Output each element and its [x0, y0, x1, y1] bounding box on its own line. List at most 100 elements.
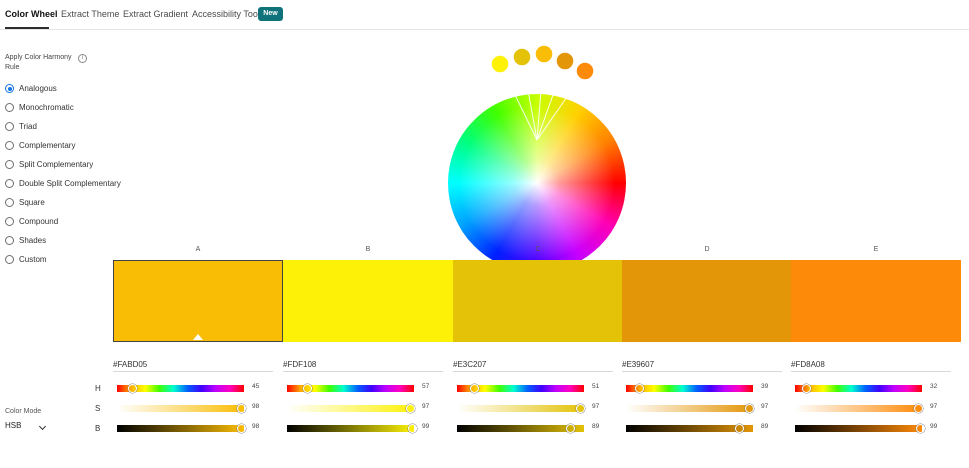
hex-input-d[interactable]: #E39607	[622, 358, 782, 372]
swatch-d[interactable]	[622, 260, 792, 342]
saturation-slider[interactable]	[457, 404, 585, 413]
slider-thumb[interactable]	[408, 424, 418, 433]
radio-button[interactable]	[5, 122, 14, 131]
saturation-slider[interactable]	[795, 404, 923, 413]
rule-square[interactable]: Square	[5, 197, 135, 209]
radio-button[interactable]	[5, 84, 14, 93]
brightness-slider[interactable]	[117, 424, 246, 433]
radio-button[interactable]	[5, 141, 14, 150]
color-mode-select[interactable]: HSB	[5, 421, 49, 435]
slider-thumb[interactable]	[128, 384, 138, 393]
rule-label: Custom	[19, 255, 47, 264]
new-badge: New	[258, 7, 283, 21]
radio-button[interactable]	[5, 160, 14, 169]
rule-double-split-complementary[interactable]: Double Split Complementary	[5, 178, 135, 190]
slider-thumb[interactable]	[575, 404, 585, 413]
color-mode-value: HSB	[5, 421, 22, 430]
slider-thumb[interactable]	[236, 424, 246, 433]
slider-thumb[interactable]	[302, 384, 312, 393]
brightness-slider[interactable]	[457, 424, 584, 433]
hue-slider[interactable]	[626, 384, 753, 393]
hex-input-a[interactable]: #FABD05	[113, 358, 273, 372]
rule-compound[interactable]: Compound	[5, 216, 135, 228]
slider-thumb[interactable]	[801, 384, 811, 393]
hue-slider[interactable]	[795, 384, 922, 393]
radio-button[interactable]	[5, 236, 14, 245]
hex-input-b[interactable]: #FDF108	[283, 358, 443, 372]
rule-complementary[interactable]: Complementary	[5, 140, 135, 152]
slider-thumb[interactable]	[405, 404, 415, 413]
rule-split-complementary[interactable]: Split Complementary	[5, 159, 135, 171]
swatch-letter: E	[873, 246, 879, 253]
slider-value: 99	[930, 423, 938, 430]
handle-line-c	[521, 56, 538, 141]
slider-value: 39	[761, 383, 769, 390]
slider-value: 98	[252, 403, 260, 410]
slider-thumb[interactable]	[236, 404, 246, 413]
radio-button[interactable]	[5, 198, 14, 207]
rule-triad[interactable]: Triad	[5, 121, 135, 133]
swatch-letter: C	[535, 246, 541, 253]
tab-extract-theme[interactable]: Extract Theme	[61, 9, 119, 19]
slider-value: 57	[422, 383, 430, 390]
brightness-slider[interactable]	[795, 424, 926, 433]
hex-input-e[interactable]: #FD8A08	[791, 358, 951, 372]
top-tab-bar: Color Wheel Extract Theme Extract Gradie…	[0, 0, 969, 30]
saturation-slider[interactable]	[287, 404, 415, 413]
rule-label: Shades	[19, 236, 47, 245]
brightness-axis-label: B	[95, 424, 101, 433]
saturation-slider[interactable]	[117, 404, 246, 413]
slider-thumb[interactable]	[744, 404, 754, 413]
slider-thumb[interactable]	[470, 384, 480, 393]
harmony-rule-heading: Apply Color Harmony Rule	[5, 54, 72, 71]
swatch-letter: D	[704, 246, 710, 253]
slider-value: 97	[422, 403, 430, 410]
handle-line-e	[536, 70, 586, 141]
color-mode-label: Color Mode	[5, 408, 42, 415]
radio-button[interactable]	[5, 179, 14, 188]
swatch-letter: B	[365, 246, 371, 253]
swatch-letter: A	[195, 246, 201, 253]
slider-thumb[interactable]	[565, 424, 575, 433]
tab-extract-gradient[interactable]: Extract Gradient	[123, 9, 188, 19]
handle-e[interactable]	[575, 61, 595, 81]
saturation-slider[interactable]	[626, 404, 754, 413]
swatch-c[interactable]	[453, 260, 623, 342]
slider-thumb[interactable]	[635, 384, 645, 393]
rule-label: Triad	[19, 122, 37, 131]
rule-label: Monochromatic	[19, 103, 74, 112]
tab-accessibility-tools[interactable]: Accessibility Tools	[192, 9, 264, 19]
radio-button[interactable]	[5, 217, 14, 226]
slider-thumb[interactable]	[916, 424, 926, 433]
slider-value: 97	[761, 403, 769, 410]
handle-d[interactable]	[555, 51, 575, 71]
chevron-down-icon	[38, 422, 47, 431]
handle-c[interactable]	[512, 47, 532, 67]
handle-a[interactable]	[534, 44, 554, 64]
hue-axis-label: H	[95, 384, 101, 393]
brightness-slider[interactable]	[626, 424, 753, 433]
radio-button[interactable]	[5, 255, 14, 264]
hex-input-c[interactable]: #E3C207	[453, 358, 613, 372]
hue-slider[interactable]	[117, 384, 244, 393]
hue-slider[interactable]	[287, 384, 414, 393]
handle-b[interactable]	[490, 54, 510, 74]
slider-value: 89	[592, 423, 600, 430]
rule-analogous[interactable]: Analogous	[5, 83, 135, 95]
swatch-a[interactable]	[113, 260, 283, 342]
handle-line-a	[536, 53, 545, 141]
swatch-b[interactable]	[283, 260, 453, 342]
slider-value: 98	[252, 423, 260, 430]
slider-thumb[interactable]	[913, 404, 923, 413]
color-wheel-area	[430, 40, 640, 272]
swatch-e[interactable]	[791, 260, 961, 342]
info-icon[interactable]: i	[78, 54, 87, 63]
hue-slider[interactable]	[457, 384, 584, 393]
radio-button[interactable]	[5, 103, 14, 112]
selected-caret-icon	[193, 334, 203, 340]
slider-thumb[interactable]	[734, 424, 744, 433]
tab-color-wheel[interactable]: Color Wheel	[5, 9, 58, 19]
brightness-slider[interactable]	[287, 424, 418, 433]
rule-monochromatic[interactable]: Monochromatic	[5, 102, 135, 114]
saturation-axis-label: S	[95, 404, 101, 413]
